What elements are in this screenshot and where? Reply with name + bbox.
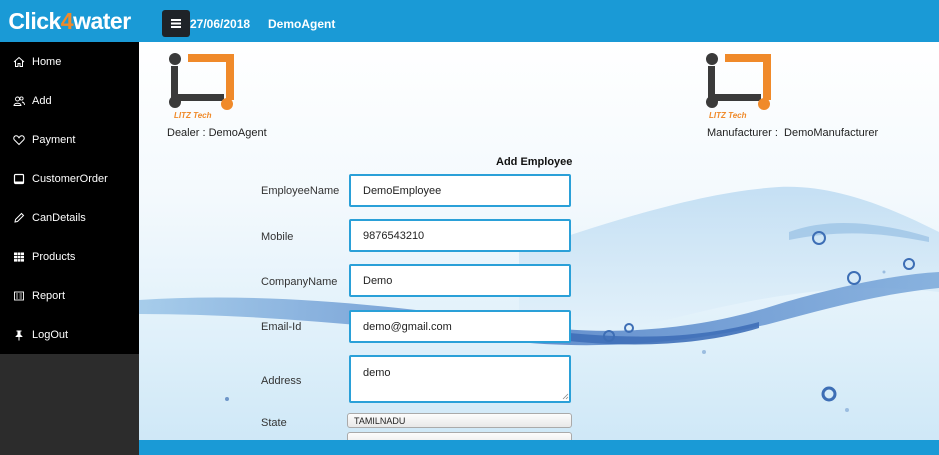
company-logo-left — [169, 53, 234, 110]
address-textarea[interactable]: demo — [349, 355, 571, 403]
menu-toggle-button[interactable] — [162, 10, 190, 37]
home-icon — [12, 55, 26, 69]
employee-name-input[interactable]: DemoEmployee — [349, 174, 571, 207]
current-date: 27/06/2018 — [190, 17, 251, 31]
hamburger-icon — [171, 19, 181, 28]
sidebar-item-label: LogOut — [32, 328, 69, 341]
mobile-input[interactable]: 9876543210 — [349, 219, 571, 252]
sidebar-item-label: Report — [32, 289, 66, 302]
sidebar-item-label: CanDetails — [32, 211, 86, 224]
agent-name: DemoAgent — [268, 17, 336, 31]
brand-text-water: water — [73, 7, 131, 34]
sidebar-item-label: CustomerOrder — [32, 172, 108, 185]
main-content: LITZ Tech Dealer : DemoAgent LITZ Tech M… — [139, 42, 939, 440]
logo-text-left: LITZ Tech — [174, 111, 212, 120]
sidebar-item-home[interactable]: Home — [0, 42, 139, 81]
report-icon — [12, 289, 26, 303]
email-label: Email-Id — [261, 321, 302, 333]
address-label: Address — [261, 375, 302, 387]
email-input[interactable]: demo@gmail.com — [349, 310, 571, 343]
manufacturer-label: Manufacturer : DemoManufacturer — [707, 127, 879, 139]
company-logo-right — [706, 53, 771, 110]
grid-icon — [12, 250, 26, 264]
company-name-input[interactable]: Demo — [349, 264, 571, 297]
district-select[interactable] — [347, 432, 572, 440]
sidebar-item-payment[interactable]: Payment — [0, 120, 139, 159]
sidebar-menu: Home Add Payment CustomerOrder CanDetail… — [0, 42, 139, 354]
employee-name-label: EmployeeName — [261, 185, 340, 197]
tablet-icon — [12, 172, 26, 186]
logo-text-right: LITZ Tech — [709, 111, 747, 120]
sidebar-item-add[interactable]: Add — [0, 81, 139, 120]
dealer-label: Dealer : DemoAgent — [167, 127, 267, 139]
sidebar-item-label: Products — [32, 250, 76, 263]
brand-text-click: Click — [8, 7, 61, 34]
sidebar-item-logout[interactable]: LogOut — [0, 315, 139, 354]
sidebar-item-label: Home — [32, 55, 62, 68]
sidebar: Home Add Payment CustomerOrder CanDetail… — [0, 42, 139, 455]
sidebar-item-label: Add — [32, 94, 52, 107]
brand-logo[interactable]: Click 4 water — [0, 0, 139, 42]
brand-text-four: 4 — [60, 7, 74, 34]
company-name-label: CompanyName — [261, 276, 338, 288]
resize-handle-icon[interactable] — [562, 393, 569, 400]
heart-icon — [12, 133, 26, 147]
state-label: State — [261, 417, 287, 429]
users-icon — [12, 94, 26, 108]
sidebar-item-label: Payment — [32, 133, 76, 146]
top-bar — [0, 0, 939, 42]
bottom-bar — [139, 440, 939, 455]
sidebar-item-customerorder[interactable]: CustomerOrder — [0, 159, 139, 198]
form-title: Add Employee — [496, 156, 573, 168]
mobile-label: Mobile — [261, 231, 294, 243]
state-select[interactable]: TAMILNADU — [347, 413, 572, 428]
pin-icon — [12, 328, 26, 342]
sidebar-item-report[interactable]: Report — [0, 276, 139, 315]
pencil-icon — [12, 211, 26, 225]
sidebar-item-candetails[interactable]: CanDetails — [0, 198, 139, 237]
sidebar-item-products[interactable]: Products — [0, 237, 139, 276]
